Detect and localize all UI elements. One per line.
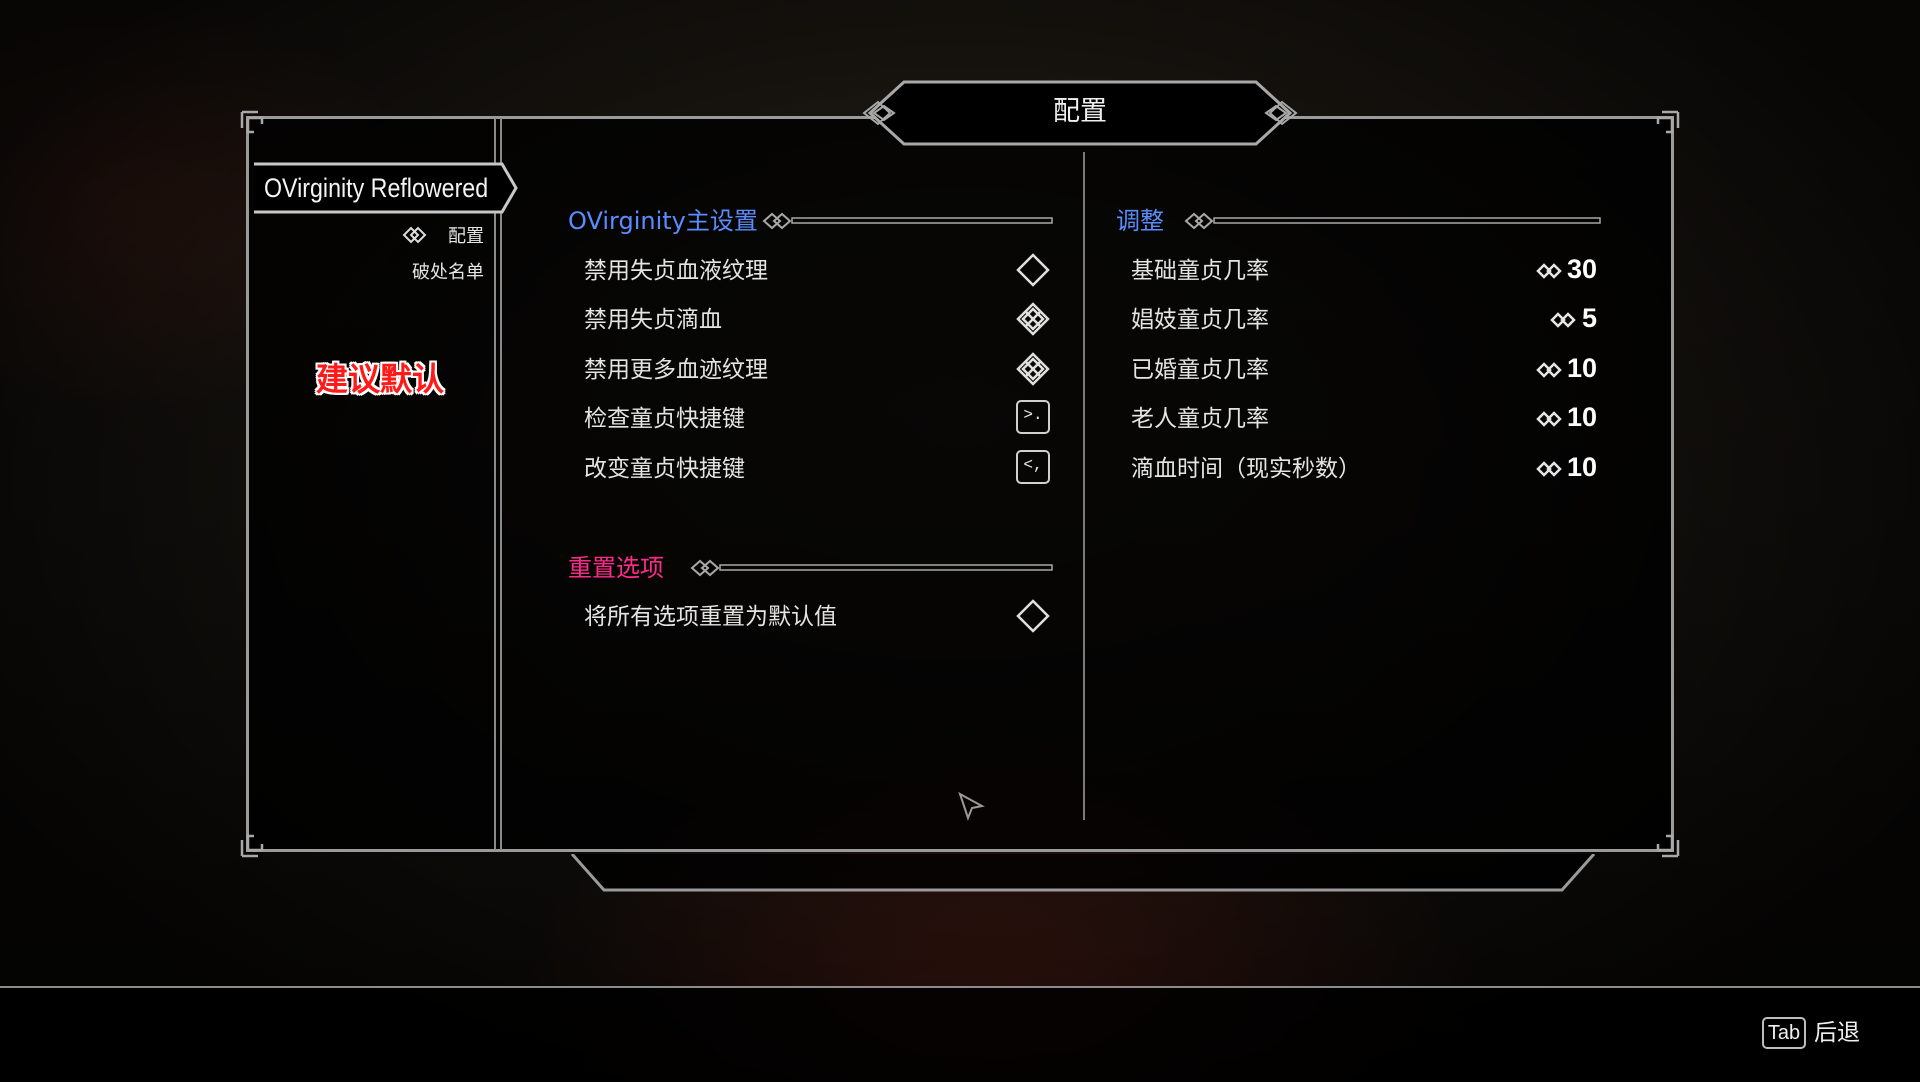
- slider-bleed-time: 滴血时间（现实秒数）: [1131, 456, 1361, 482]
- section-header-reset-line: [690, 559, 1053, 577]
- section-header-main-line: [762, 212, 1053, 230]
- option-change-virginity-hotkey: 改变童贞快捷键: [584, 456, 745, 482]
- column-divider: [1083, 152, 1085, 820]
- option-check-virginity-hotkey: 检查童贞快捷键: [584, 406, 745, 432]
- sidebar-item-config[interactable]: 配置: [430, 222, 484, 248]
- slider-arrows-icon[interactable]: [1536, 409, 1562, 429]
- corner-ornament-top-right: [1656, 110, 1680, 134]
- diamond-outline-icon[interactable]: [1015, 252, 1051, 288]
- section-header-main: OVirginity主设置: [568, 207, 758, 235]
- slider-arrows-icon[interactable]: [1536, 360, 1562, 380]
- section-header-adjust: 调整: [1116, 207, 1164, 235]
- slider-value[interactable]: 10: [1567, 351, 1597, 385]
- option-disable-more-blood: 禁用更多血迹纹理: [584, 357, 768, 383]
- slider-value[interactable]: 30: [1567, 252, 1597, 286]
- section-header-reset: 重置选项: [568, 554, 664, 582]
- mod-name-label: OVirginity Reflowered: [264, 173, 489, 203]
- knot-checked-icon[interactable]: [1015, 351, 1051, 387]
- slider-prostitute-virgin-chance: 娼妓童贞几率: [1131, 307, 1269, 333]
- sidebar-item-devirgin-list[interactable]: 破处名单: [380, 258, 484, 284]
- bottom-bar: [0, 986, 1920, 1082]
- back-button[interactable]: 后退: [1814, 1016, 1860, 1050]
- slider-married-virgin-chance: 已婚童贞几率: [1131, 357, 1269, 383]
- mouse-cursor-icon: [958, 792, 985, 821]
- diamond-outline-icon[interactable]: [1015, 598, 1051, 634]
- corner-ornament-bottom-right: [1656, 834, 1680, 858]
- tab-keycap[interactable]: Tab: [1762, 1017, 1806, 1049]
- option-disable-blood-texture: 禁用失贞血液纹理: [584, 258, 768, 284]
- slider-elder-virgin-chance: 老人童贞几率: [1131, 406, 1269, 432]
- slider-arrows-icon[interactable]: [1550, 310, 1576, 330]
- knot-icon: [402, 226, 427, 244]
- section-header-adjust-line: [1184, 212, 1601, 230]
- slider-value[interactable]: 10: [1567, 400, 1597, 434]
- option-disable-blood-drip: 禁用失贞滴血: [584, 307, 722, 333]
- keycap-check-hotkey[interactable]: >.: [1016, 400, 1050, 434]
- knot-checked-icon[interactable]: [1015, 301, 1051, 337]
- option-reset-all: 将所有选项重置为默认值: [584, 604, 837, 630]
- panel-bottom-tab: [570, 854, 1596, 892]
- slider-base-virgin-chance: 基础童贞几率: [1131, 258, 1269, 284]
- recommend-default-hint: 建议默认: [315, 360, 444, 398]
- slider-arrows-icon[interactable]: [1536, 261, 1562, 281]
- sidebar-divider: [494, 118, 502, 850]
- corner-ornament-bottom-left: [240, 834, 264, 858]
- slider-value[interactable]: 10: [1567, 450, 1597, 484]
- page-title: 配置: [1053, 96, 1107, 127]
- keycap-change-hotkey[interactable]: <,: [1016, 450, 1050, 484]
- corner-ornament-top-left: [240, 110, 264, 134]
- slider-arrows-icon[interactable]: [1536, 459, 1562, 479]
- slider-value[interactable]: 5: [1582, 301, 1597, 335]
